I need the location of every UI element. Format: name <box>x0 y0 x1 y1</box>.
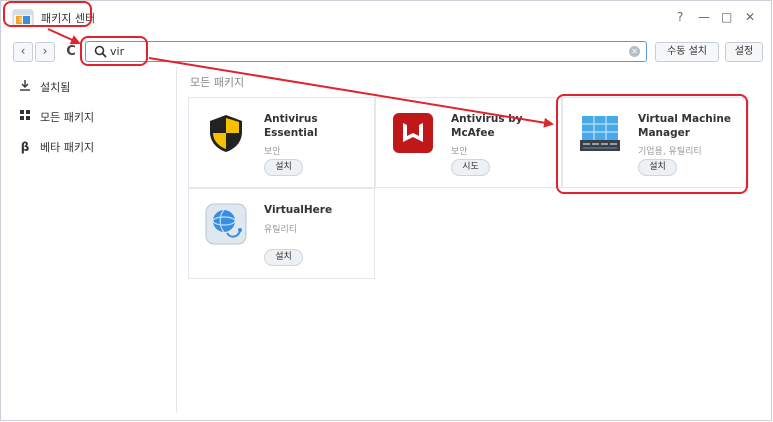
annotation-arrow-1 <box>47 28 81 45</box>
annotation-arrows <box>47 28 554 128</box>
annotation-arrow-2 <box>148 57 554 128</box>
